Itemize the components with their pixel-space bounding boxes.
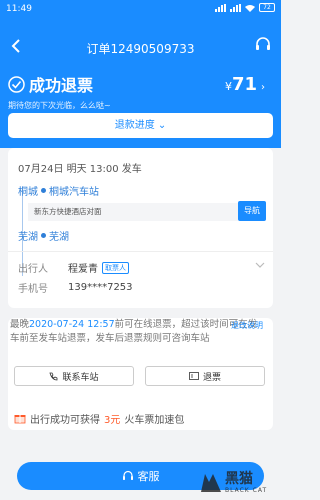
- phone-row: 手机号 139****7253: [18, 280, 133, 295]
- promo-suffix: 火车票加速包: [124, 414, 185, 426]
- refund-ticket-button[interactable]: 退票: [145, 366, 265, 386]
- currency-symbol: ¥: [224, 80, 232, 93]
- phone-label: 手机号: [18, 284, 48, 295]
- watermark-title: 黑猫: [225, 471, 253, 487]
- pickup-address: 新东方快捷酒店对面: [28, 203, 238, 221]
- refund-status-label: 成功退票: [29, 76, 94, 95]
- refund-ticket-label: 退票: [202, 372, 221, 383]
- destination-city: 芜湖: [18, 232, 38, 243]
- destination-station: 芜湖 芜湖: [18, 228, 69, 243]
- wifi-icon: [245, 4, 255, 12]
- signal-icon: [215, 3, 226, 12]
- passenger-label: 出行人: [18, 264, 48, 275]
- trip-card: 07月24日 明天 13:00 发车 桐城 桐城汽车站 新东方快捷酒店对面 导航 …: [8, 148, 273, 308]
- watermark: 黑猫 BLACK CAT: [199, 468, 279, 498]
- headset-icon[interactable]: [254, 36, 272, 54]
- refund-rules-link[interactable]: 退改说明: [231, 320, 263, 331]
- refund-amount[interactable]: ¥71 ›: [225, 74, 265, 95]
- nav-bar: 订单12490509733: [0, 30, 281, 64]
- contact-station-label: 联系车站: [62, 372, 99, 383]
- black-cat-logo-icon: [201, 474, 221, 492]
- origin-city: 桐城: [18, 187, 38, 198]
- signal-icon-2: [230, 3, 241, 12]
- ticket-icon: [189, 372, 199, 380]
- chevron-down-icon[interactable]: [255, 260, 265, 270]
- passenger-name: 程爱青: [68, 264, 98, 275]
- phone-icon: [49, 372, 58, 380]
- navigate-button[interactable]: 导航: [238, 201, 266, 221]
- refund-progress-button[interactable]: 退款进度 ⌄: [8, 113, 273, 138]
- refund-progress-label: 退款进度: [114, 120, 155, 131]
- status-time: 11:49: [6, 4, 32, 14]
- dot-icon: [41, 233, 46, 238]
- refund-subtitle: 期待您的下次光临，么么哒~: [8, 101, 111, 110]
- page-title: 订单12490509733: [86, 42, 195, 56]
- battery-icon: 72: [259, 3, 275, 12]
- dot-icon: [41, 188, 46, 193]
- promo-prefix: 出行成功可获得: [30, 414, 100, 426]
- refund-status: 成功退票 期待您的下次光临，么么哒~: [8, 72, 111, 111]
- ticket-collector-badge: 取票人: [102, 261, 129, 274]
- chevron-right-icon: ›: [261, 82, 265, 93]
- promo-banner[interactable]: 出行成功可获得 3元 火车票加速包: [8, 406, 273, 430]
- policy-deadline: 2020-07-24 12:57: [29, 319, 115, 330]
- check-circle-icon: [8, 75, 25, 93]
- origin-station: 桐城 桐城汽车站: [18, 183, 99, 198]
- amount-value: 71: [231, 74, 257, 95]
- watermark-subtitle: BLACK CAT: [225, 487, 268, 494]
- refund-policy: 最晚2020-07-24 12:57前可在线退票，超过该时间可在发车前至发车站退…: [8, 318, 273, 418]
- policy-text: 最晚2020-07-24 12:57前可在线退票，超过该时间可在发车前至发车站退…: [10, 318, 260, 346]
- gift-icon: [14, 415, 26, 424]
- status-bar: 11:49 72: [0, 0, 281, 20]
- policy-prefix: 最晚: [10, 319, 30, 330]
- divider: [8, 251, 273, 252]
- status-icons: 72: [215, 3, 275, 12]
- headset-icon: [122, 470, 133, 480]
- origin-station-name: 桐城汽车站: [49, 187, 99, 198]
- passenger-row: 出行人 程爱青 取票人: [18, 260, 129, 275]
- promo-amount: 3元: [104, 414, 121, 426]
- destination-station-name: 芜湖: [49, 232, 69, 243]
- departure-time: 07月24日 明天 13:00 发车: [18, 164, 142, 175]
- customer-service-label: 客服: [137, 470, 160, 483]
- chevron-down-icon: ⌄: [154, 120, 167, 131]
- contact-station-button[interactable]: 联系车站: [14, 366, 134, 386]
- phone-value: 139****7253: [68, 282, 133, 293]
